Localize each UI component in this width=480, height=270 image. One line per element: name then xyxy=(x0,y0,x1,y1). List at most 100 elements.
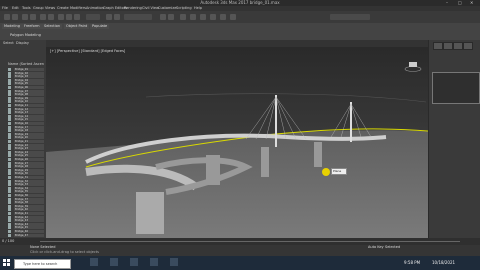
scene-row[interactable]: Bridge_21 xyxy=(8,140,44,143)
scale-icon[interactable] xyxy=(74,14,80,20)
auto-key-button[interactable]: Auto Key xyxy=(368,245,384,249)
scene-row[interactable]: Bridge_36 xyxy=(8,194,44,197)
visibility-icon[interactable] xyxy=(8,165,11,169)
visibility-icon[interactable] xyxy=(8,179,11,183)
tab-selection[interactable]: Selection xyxy=(42,24,63,29)
curve-editor-icon[interactable] xyxy=(190,14,196,20)
visibility-icon[interactable] xyxy=(8,118,11,122)
visibility-icon[interactable] xyxy=(8,107,11,111)
scene-row[interactable]: Bridge_30 xyxy=(8,172,44,176)
schematic-icon[interactable] xyxy=(200,14,206,20)
selected-dropdown[interactable]: Selected xyxy=(385,245,400,249)
timeline[interactable]: 0 / 100 xyxy=(0,238,480,245)
material-editor-icon[interactable] xyxy=(210,14,216,20)
visibility-icon[interactable] xyxy=(8,140,11,143)
visibility-icon[interactable] xyxy=(8,129,11,133)
polygon-modeling-label[interactable]: Polygon Modeling xyxy=(10,33,41,37)
visibility-icon[interactable] xyxy=(8,154,11,158)
scene-row[interactable]: Bridge_47 xyxy=(8,233,44,237)
mirror-icon[interactable] xyxy=(160,14,166,20)
visibility-icon[interactable] xyxy=(8,222,11,226)
layer-icon[interactable] xyxy=(180,14,186,20)
rotate-icon[interactable] xyxy=(66,14,72,20)
angle-snap-icon[interactable] xyxy=(114,14,120,20)
tab-modeling[interactable]: Modeling xyxy=(2,24,22,29)
visibility-icon[interactable] xyxy=(8,136,11,140)
visibility-icon[interactable] xyxy=(8,201,11,205)
scene-row[interactable]: Bridge_33 xyxy=(8,183,44,187)
scene-row[interactable]: Bridge_20 xyxy=(8,136,44,140)
move-icon[interactable] xyxy=(58,14,64,20)
scene-row[interactable]: Bridge_10 xyxy=(8,100,44,104)
scene-row[interactable]: Bridge_28 xyxy=(8,165,44,169)
visibility-icon[interactable] xyxy=(8,208,11,212)
modifier-stack[interactable] xyxy=(432,72,480,104)
scene-row[interactable]: Bridge_18 xyxy=(8,129,44,133)
scene-row[interactable]: Bridge_38 xyxy=(8,201,44,205)
scene-row[interactable]: Bridge_25 xyxy=(8,154,44,158)
coordinate-dropdown[interactable] xyxy=(86,14,100,20)
visibility-icon[interactable] xyxy=(8,114,11,118)
scene-row[interactable]: Bridge_08 xyxy=(8,93,44,97)
visibility-icon[interactable] xyxy=(8,161,11,165)
scene-tab-display[interactable]: Display xyxy=(16,41,29,45)
tab-freeform[interactable]: Freeform xyxy=(22,24,42,29)
scene-row[interactable]: Bridge_40 xyxy=(8,208,44,212)
visibility-icon[interactable] xyxy=(8,104,11,107)
motion-tab-icon[interactable] xyxy=(463,42,473,50)
render-setup-icon[interactable] xyxy=(220,14,226,20)
render-icon[interactable] xyxy=(230,14,236,20)
3dsmax-taskbar-icon[interactable] xyxy=(170,258,178,266)
visibility-icon[interactable] xyxy=(8,197,11,201)
visibility-icon[interactable] xyxy=(8,226,11,230)
unlink-icon[interactable] xyxy=(30,14,36,20)
visibility-icon[interactable] xyxy=(8,233,11,237)
taskbar-search[interactable]: Type here to search xyxy=(14,259,71,269)
app-icon[interactable] xyxy=(150,258,158,266)
browser-icon[interactable] xyxy=(130,258,138,266)
create-tab-icon[interactable] xyxy=(433,42,443,50)
visibility-icon[interactable] xyxy=(8,150,11,154)
visibility-icon[interactable] xyxy=(8,143,11,147)
viewcube[interactable] xyxy=(404,60,422,72)
tab-object-paint[interactable]: Object Paint xyxy=(64,24,90,29)
timeline-track[interactable] xyxy=(40,241,460,242)
visibility-icon[interactable] xyxy=(8,215,11,219)
visibility-icon[interactable] xyxy=(8,96,11,100)
selection-set-dropdown[interactable] xyxy=(124,14,152,20)
visibility-icon[interactable] xyxy=(8,68,11,71)
scene-row[interactable]: Bridge_35 xyxy=(8,190,44,194)
hierarchy-tab-icon[interactable] xyxy=(453,42,463,50)
scene-row[interactable]: Bridge_15 xyxy=(8,118,44,122)
visibility-icon[interactable] xyxy=(8,219,11,223)
scene-row[interactable]: Bridge_46 xyxy=(8,230,44,233)
select-region-icon[interactable] xyxy=(48,14,54,20)
visibility-icon[interactable] xyxy=(8,147,11,151)
visibility-icon[interactable] xyxy=(8,75,11,79)
scene-row[interactable]: Bridge_45 xyxy=(8,226,44,230)
scene-row[interactable]: Bridge_06 xyxy=(8,86,44,89)
scene-row[interactable]: Bridge_26 xyxy=(8,158,44,161)
scene-column-header[interactable]: Name (Sorted Ascending) xyxy=(8,62,44,66)
visibility-icon[interactable] xyxy=(8,172,11,176)
visibility-icon[interactable] xyxy=(8,168,11,172)
visibility-icon[interactable] xyxy=(8,186,11,190)
visibility-icon[interactable] xyxy=(8,132,11,136)
tab-populate[interactable]: Populate xyxy=(90,24,110,29)
workspace-dropdown[interactable] xyxy=(330,14,370,20)
clock-date[interactable]: 10/18/2021 xyxy=(432,258,455,268)
scene-tab-select[interactable]: Select xyxy=(3,41,14,45)
visibility-icon[interactable] xyxy=(8,100,11,104)
perspective-viewport[interactable] xyxy=(46,47,429,238)
clock-time[interactable]: 9:58 PM xyxy=(404,258,420,268)
scene-row[interactable]: Bridge_11 xyxy=(8,104,44,107)
scene-row[interactable]: Bridge_43 xyxy=(8,219,44,223)
select-icon[interactable] xyxy=(40,14,46,20)
scene-row[interactable]: Bridge_16 xyxy=(8,122,44,125)
visibility-icon[interactable] xyxy=(8,230,11,233)
viewport-label[interactable]: [+] [Perspective] [Standard] [Edged Face… xyxy=(50,49,125,53)
visibility-icon[interactable] xyxy=(8,204,11,208)
modify-tab-icon[interactable] xyxy=(443,42,453,50)
visibility-icon[interactable] xyxy=(8,71,11,75)
align-icon[interactable] xyxy=(168,14,174,20)
